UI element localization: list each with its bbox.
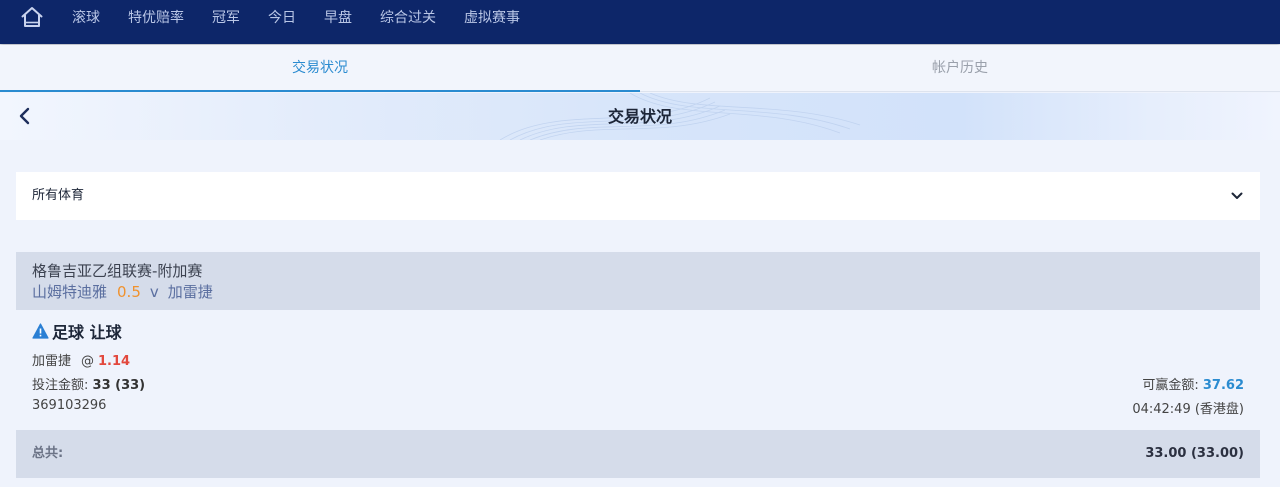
nav-item-outright[interactable]: 冠军 bbox=[198, 7, 254, 27]
warning-icon bbox=[32, 323, 49, 339]
tab-account-history[interactable]: 帐户历史 bbox=[640, 45, 1280, 92]
bet-selection: 加雷捷 @1.14 bbox=[32, 350, 130, 369]
nav-item-parlay[interactable]: 综合过关 bbox=[366, 7, 450, 27]
bet-card-header: 格鲁吉亚乙组联赛-附加赛 山姆特迪雅 0.5 v 加雷捷 bbox=[16, 252, 1260, 310]
league-name: 格鲁吉亚乙组联赛-附加赛 bbox=[32, 262, 203, 280]
home-team: 山姆特迪雅 bbox=[32, 283, 108, 301]
sport-filter-value: 所有体育 bbox=[32, 188, 85, 203]
nav-item-early[interactable]: 早盘 bbox=[310, 7, 366, 27]
chevron-down-icon bbox=[1231, 192, 1243, 199]
match-teams: 山姆特迪雅 0.5 v 加雷捷 bbox=[32, 281, 1244, 303]
page-header: 交易状况 bbox=[0, 93, 1280, 140]
odds-value: 1.14 bbox=[98, 354, 131, 369]
stake-value: 33 (33) bbox=[92, 378, 146, 393]
stake-label: 投注金额: bbox=[32, 378, 89, 393]
sport-filter-dropdown[interactable]: 所有体育 bbox=[16, 172, 1260, 220]
total-row: 总共: 33.00 (33.00) bbox=[16, 430, 1260, 478]
bet-time: 04:42:49 (香港盘) bbox=[1132, 402, 1244, 417]
bet-type: 足球 让球 bbox=[32, 319, 122, 343]
nav-item-live[interactable]: 滚球 bbox=[58, 7, 114, 27]
tab-bet-status[interactable]: 交易状况 bbox=[0, 45, 640, 92]
at-symbol: @ bbox=[81, 354, 95, 369]
win-label: 可赢金额: bbox=[1142, 378, 1199, 393]
versus-label: v bbox=[149, 283, 159, 301]
potential-win: 可赢金额: 37.62 bbox=[1142, 374, 1244, 393]
total-label: 总共: bbox=[32, 446, 64, 461]
nav-item-virtual[interactable]: 虚拟赛事 bbox=[450, 7, 534, 27]
nav-item-special-odds[interactable]: 特优赔率 bbox=[114, 7, 198, 27]
selection-team: 加雷捷 bbox=[32, 354, 72, 369]
total-value: 33.00 (33.00) bbox=[1145, 446, 1244, 461]
nav-menu: 滚球 特优赔率 冠军 今日 早盘 综合过关 虚拟赛事 bbox=[58, 0, 534, 34]
top-nav-bar: 滚球 特优赔率 冠军 今日 早盘 综合过关 虚拟赛事 bbox=[0, 0, 1280, 44]
away-team: 加雷捷 bbox=[167, 283, 213, 301]
tab-bar: 交易状况 帐户历史 bbox=[0, 45, 1280, 92]
stake-amount: 投注金额: 33 (33) bbox=[32, 374, 145, 393]
page-title: 交易状况 bbox=[607, 107, 672, 126]
nav-item-today[interactable]: 今日 bbox=[254, 7, 310, 27]
home-icon[interactable] bbox=[20, 5, 44, 29]
handicap-value: 0.5 bbox=[117, 283, 141, 301]
bet-type-label: 足球 让球 bbox=[52, 323, 122, 342]
win-value: 37.62 bbox=[1202, 378, 1244, 393]
bet-card-body: 足球 让球 加雷捷 @1.14 投注金额: 33 (33) 可赢金额: 37.62… bbox=[16, 310, 1260, 430]
ticket-id: 369103296 bbox=[32, 398, 107, 413]
